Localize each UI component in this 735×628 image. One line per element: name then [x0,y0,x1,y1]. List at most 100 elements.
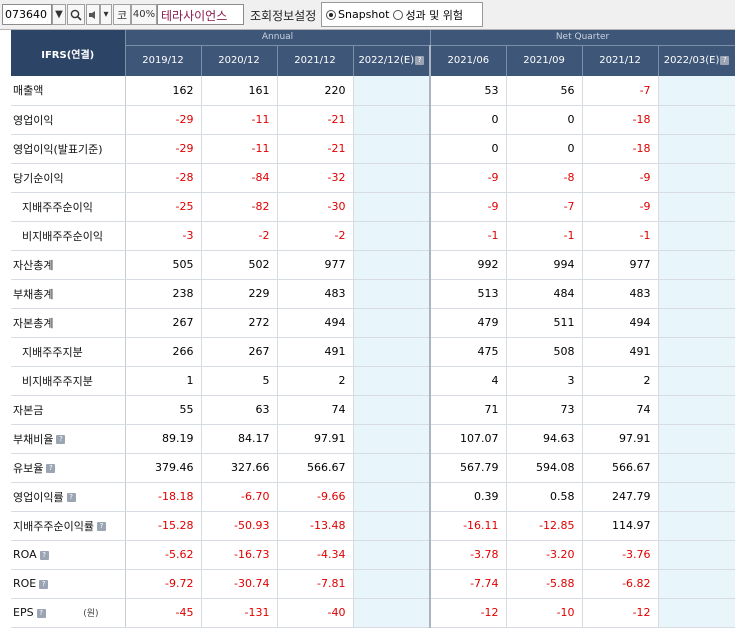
help-icon[interactable]: ? [46,464,56,473]
period-header: 2021/12 [582,44,659,76]
value-cell [658,511,735,541]
value-cell: -28 [125,163,202,193]
period-header: 2021/09 [506,44,583,76]
value-cell: -30 [277,192,354,222]
value-cell: 97.91 [582,424,659,454]
radio-performance[interactable]: 성과 및 위험 [393,7,463,23]
value-cell: -13.48 [277,511,354,541]
value-cell: -32 [277,163,354,193]
speaker-button[interactable] [86,4,100,25]
value-cell [353,395,431,425]
value-cell: 267 [201,337,278,367]
value-cell: 55 [125,395,202,425]
radio-snapshot[interactable]: Snapshot [326,8,389,21]
value-cell: -45 [125,598,202,628]
value-cell: -1 [582,221,659,251]
prefix-button[interactable]: 코 [113,4,131,25]
help-icon[interactable]: ? [39,579,49,589]
value-cell: 1 [125,366,202,396]
value-cell: 53 [429,76,507,106]
row-label: 자산총계 [11,250,126,280]
help-icon[interactable]: ? [39,550,49,560]
value-cell: -3.78 [429,540,507,570]
help-icon[interactable]: ? [56,435,66,444]
value-cell: 229 [201,279,278,309]
value-cell: 2 [277,366,354,396]
value-cell: 566.67 [582,453,659,483]
value-cell: 0 [429,105,507,135]
table-row: 유보율? 379.46 327.66 566.67 567.79 594.08 566.67 [11,453,735,483]
help-icon[interactable]: ? [720,55,730,65]
row-label: 부채비율? [11,424,126,454]
ifrs-header: IFRS(연결) [11,30,126,76]
row-label: 매출액 [11,76,126,106]
value-cell: -15.28 [125,511,202,541]
setting-label: 조회정보설정 [250,9,317,23]
row-label: 유보율? [11,453,126,483]
value-cell [658,308,735,338]
value-cell [658,279,735,309]
value-cell: -82 [201,192,278,222]
value-cell: -3 [125,221,202,251]
code-dropdown-button[interactable]: ▼ [52,4,66,25]
value-cell: -9.66 [277,482,354,512]
value-cell: -18.18 [125,482,202,512]
value-cell: -1 [506,221,583,251]
value-cell [658,598,735,628]
value-cell: 483 [277,279,354,309]
value-cell: -18 [582,134,659,164]
value-cell: -84 [201,163,278,193]
value-cell: 0.58 [506,482,583,512]
table-row: 지배주주순이익률? -15.28 -50.93 -13.48 -16.11 -12.85 1… [11,511,735,541]
value-cell: 74 [582,395,659,425]
unit-label: (원) [83,609,99,619]
search-button[interactable] [67,4,85,25]
value-cell [658,76,735,106]
value-cell: -9.72 [125,569,202,599]
value-cell: 4 [429,366,507,396]
stock-code-input[interactable] [2,4,52,25]
help-icon[interactable]: ? [66,493,76,502]
value-cell: 494 [277,308,354,338]
company-name-field[interactable]: 테라사이언스 [157,4,244,25]
value-cell: 84.17 [201,424,278,454]
period-header: 2021/12 [277,44,354,76]
value-cell: -9 [582,192,659,222]
value-cell: 272 [201,308,278,338]
value-cell: -12.85 [506,511,583,541]
value-cell [353,366,431,396]
value-cell [658,105,735,135]
value-cell: 379.46 [125,453,202,483]
row-label: 부채총계 [11,279,126,309]
value-cell: -7.81 [277,569,354,599]
value-cell: 0.39 [429,482,507,512]
value-cell: 2 [582,366,659,396]
value-cell: -16.73 [201,540,278,570]
row-label: 영업이익 [11,105,126,135]
value-cell: -1 [429,221,507,251]
value-cell: -2 [277,221,354,251]
value-cell: -7 [582,76,659,106]
table-row: ROE? -9.72 -30.74 -7.81 -7.74 -5.88 -6.82 [11,569,735,599]
value-cell [353,163,431,193]
value-cell: -9 [582,163,659,193]
value-cell: 89.19 [125,424,202,454]
zoom-button[interactable]: 40% [131,4,157,25]
value-cell [658,395,735,425]
value-cell: 3 [506,366,583,396]
speaker-dropdown-button[interactable]: ▾ [100,4,112,25]
help-icon[interactable]: ? [415,55,425,65]
row-label: 자본총계 [11,308,126,338]
help-icon[interactable]: ? [96,522,106,531]
speaker-icon [89,10,95,19]
value-cell [658,366,735,396]
value-cell: 0 [506,134,583,164]
value-cell: 56 [506,76,583,106]
value-cell: 566.67 [277,453,354,483]
table-row: 지배주주지분 266 267 491 475 508 491 [11,337,735,367]
value-cell: 71 [429,395,507,425]
value-cell: -9 [429,192,507,222]
table-row: 부채비율? 89.19 84.17 97.91 107.07 94.63 97.91 [11,424,735,454]
table-row: 영업이익(발표기준) -29 -11 -21 0 0 -18 [11,134,735,164]
row-label: ROA? [11,540,126,570]
